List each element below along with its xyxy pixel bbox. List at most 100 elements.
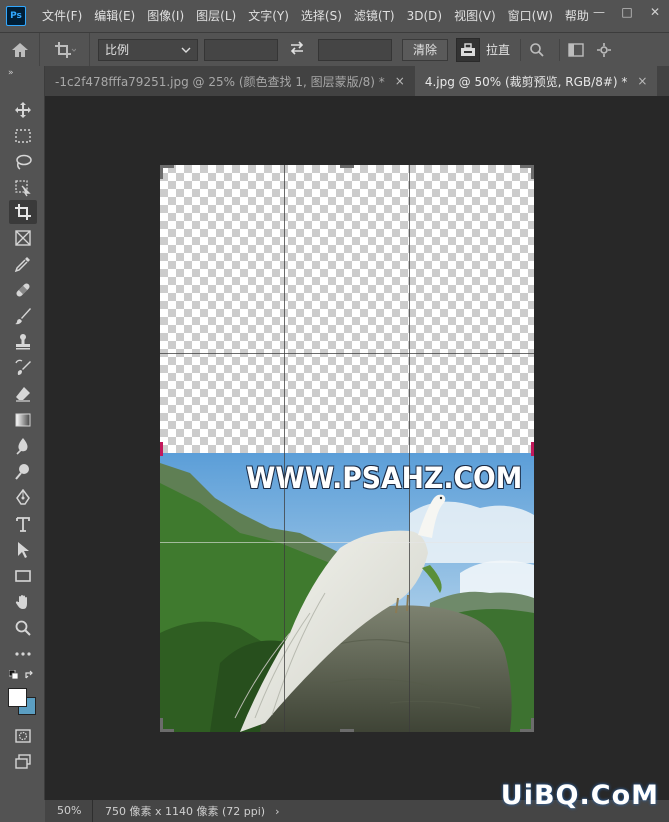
menu-view[interactable]: 视图(V): [448, 0, 502, 32]
home-button[interactable]: [0, 32, 40, 67]
minimize-button[interactable]: —: [585, 0, 613, 24]
crop-width-input[interactable]: [204, 38, 278, 61]
home-icon: [11, 42, 28, 57]
menu-3d[interactable]: 3D(D): [401, 0, 448, 32]
menu-select[interactable]: 选择(S): [295, 0, 348, 32]
marquee-tool[interactable]: [9, 124, 37, 148]
site-watermark-logo: UiBQ.CoM: [500, 780, 659, 811]
crop-handle-left[interactable]: [160, 442, 163, 456]
hand-tool[interactable]: [9, 590, 37, 614]
swap-colors-icon[interactable]: [25, 670, 36, 681]
clone-stamp-tool[interactable]: [9, 330, 37, 354]
eraser-tool[interactable]: [9, 382, 37, 406]
crop-grid-line: [284, 165, 285, 732]
path-selection-tool[interactable]: [9, 538, 37, 562]
menu-file[interactable]: 文件(F): [36, 0, 88, 32]
menu-type[interactable]: 文字(Y): [242, 0, 295, 32]
straighten-button[interactable]: [456, 37, 481, 62]
frame-icon: [15, 230, 31, 246]
menu-window[interactable]: 窗口(W): [502, 0, 559, 32]
healing-brush-tool[interactable]: [9, 278, 37, 302]
zoom-level[interactable]: 50%: [45, 800, 93, 822]
quick-mask-button[interactable]: [9, 724, 37, 748]
type-tool[interactable]: [9, 512, 37, 536]
clear-button[interactable]: 清除: [402, 38, 449, 61]
rectangle-icon: [15, 570, 31, 582]
crop-height-input[interactable]: [318, 38, 392, 61]
eraser-icon: [16, 387, 30, 402]
crop-handle-top-left[interactable]: [160, 165, 163, 179]
menu-bar: Ps 文件(F) 编辑(E) 图像(I) 图层(L) 文字(Y) 选择(S) 滤…: [0, 0, 669, 32]
maximize-button[interactable]: □: [613, 0, 641, 24]
crop-handle-top[interactable]: [340, 165, 354, 168]
dodge-icon: [15, 464, 29, 480]
ratio-select-value: 比例: [105, 43, 130, 57]
foreground-color-swatch[interactable]: [8, 688, 27, 707]
ellipsis-icon: [15, 652, 31, 656]
crop-handle-bottom[interactable]: [340, 729, 354, 732]
menu-image[interactable]: 图像(I): [141, 0, 190, 32]
crop-handle-right[interactable]: [531, 442, 534, 456]
object-selection-tool[interactable]: [9, 176, 37, 200]
crop-icon: [15, 204, 31, 220]
gradient-tool[interactable]: [9, 408, 37, 432]
settings-icon: [597, 42, 612, 57]
tab-document-2[interactable]: 4.jpg @ 50% (裁剪预览, RGB/8#) * ×: [414, 66, 658, 96]
eyedropper-icon: [14, 257, 30, 273]
pen-tool[interactable]: [9, 486, 37, 510]
tab-document-1[interactable]: -1c2f478fffa79251.jpg @ 25% (颜色查找 1, 图层蒙…: [45, 66, 415, 96]
more-tools-button[interactable]: [9, 642, 37, 666]
overlay-options-button[interactable]: [525, 38, 549, 62]
menu-edit[interactable]: 编辑(E): [88, 0, 141, 32]
move-icon: [15, 102, 31, 118]
blur-tool[interactable]: [9, 434, 37, 458]
collapse-panel-icon[interactable]: »: [0, 66, 44, 80]
move-tool[interactable]: [9, 98, 37, 122]
panel-layout-button[interactable]: [564, 38, 588, 62]
history-brush-tool[interactable]: [9, 356, 37, 380]
close-icon[interactable]: ×: [395, 74, 405, 88]
close-icon[interactable]: ×: [637, 74, 647, 88]
arrow-icon: [18, 542, 29, 558]
close-window-button[interactable]: ✕: [641, 0, 669, 24]
dodge-tool[interactable]: [9, 460, 37, 484]
ratio-select[interactable]: 比例: [98, 38, 198, 61]
object-select-icon: [15, 180, 31, 197]
crop-preset-button[interactable]: [40, 32, 90, 67]
screen-mode-button[interactable]: [9, 750, 37, 774]
default-colors-icon[interactable]: [9, 670, 19, 680]
menu-layer[interactable]: 图层(L): [190, 0, 242, 32]
document-canvas[interactable]: WWW.PSAHZ.COM: [160, 165, 534, 732]
brush-tool[interactable]: [9, 304, 37, 328]
stamp-icon: [16, 334, 30, 350]
swap-dimensions-button[interactable]: [282, 40, 312, 59]
frame-tool[interactable]: [9, 226, 37, 250]
lasso-tool[interactable]: [9, 150, 37, 174]
zoom-tool[interactable]: [9, 616, 37, 640]
rectangle-tool[interactable]: [9, 564, 37, 588]
crop-handle-bottom-right[interactable]: [531, 718, 534, 732]
zoom-icon: [15, 620, 31, 636]
menu-filter[interactable]: 滤镜(T): [348, 0, 401, 32]
photoshop-logo-icon[interactable]: Ps: [6, 6, 26, 26]
watermark-text: WWW.PSAHZ.COM: [246, 461, 523, 495]
crop-grid-line: [160, 353, 534, 354]
transparent-area: [160, 165, 534, 453]
document-tabs: -1c2f478fffa79251.jpg @ 25% (颜色查找 1, 图层蒙…: [45, 66, 669, 96]
hand-icon: [15, 595, 27, 609]
crop-handle-top-right[interactable]: [531, 165, 534, 179]
crop-handle-bottom-left[interactable]: [160, 718, 163, 732]
straighten-label: 拉直: [486, 43, 511, 57]
history-brush-icon: [15, 359, 31, 375]
status-menu-arrow[interactable]: ›: [275, 805, 279, 818]
canvas-area[interactable]: WWW.PSAHZ.COM: [45, 96, 669, 800]
search-icon: [530, 42, 544, 57]
eyedropper-tool[interactable]: [9, 252, 37, 276]
more-options-button[interactable]: [592, 38, 616, 62]
options-divider-2: [559, 38, 561, 61]
crop-icon: [54, 41, 76, 58]
marquee-icon: [15, 129, 31, 143]
brush-icon: [15, 308, 31, 325]
crop-tool[interactable]: [9, 200, 37, 224]
straighten-icon: [461, 42, 476, 56]
